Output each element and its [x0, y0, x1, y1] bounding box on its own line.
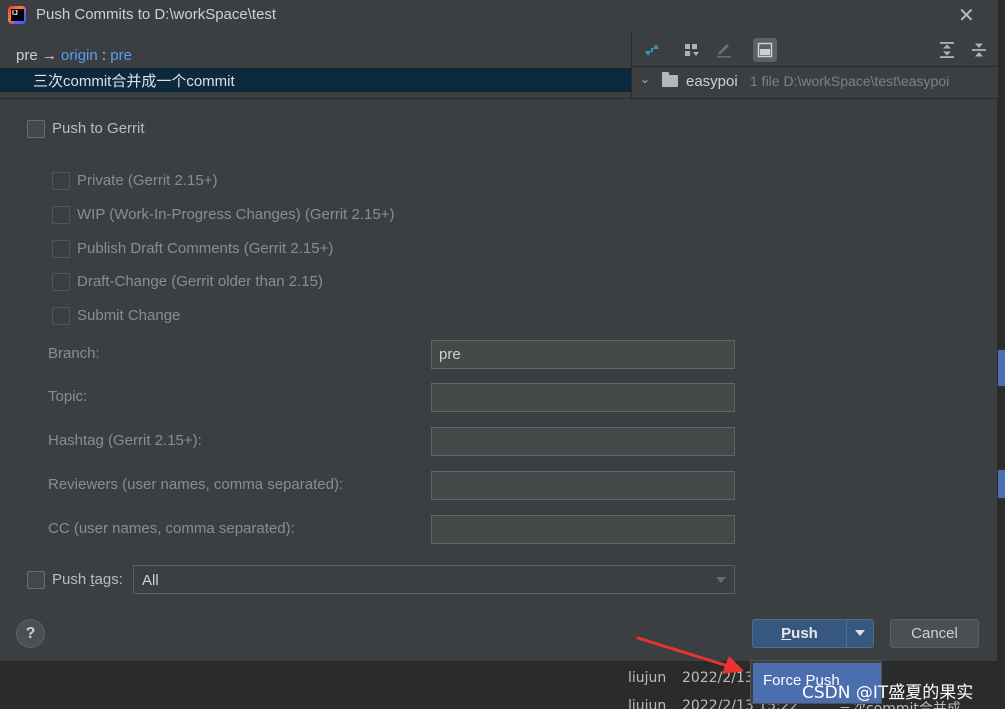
publish-draft-comments-checkbox[interactable] [52, 240, 70, 258]
diff-icon[interactable] [640, 38, 664, 62]
topic-label: Topic: [48, 388, 88, 405]
branch-label: Branch: [48, 345, 100, 362]
commits-panel: pre → origin : pre 三次commit合并成一个commit [0, 32, 631, 98]
log-date: 2022/2/13 [682, 670, 754, 686]
private-checkbox[interactable] [52, 172, 70, 190]
log-author: liujun [628, 670, 667, 686]
module-name: easypoi [686, 73, 738, 90]
push-button[interactable]: Push [752, 619, 846, 648]
hashtag-label: Hashtag (Gerrit 2.15+): [48, 432, 202, 449]
draft-change-checkbox[interactable] [52, 273, 70, 291]
title-bar: Push Commits to D:\workSpace\test ✕ [0, 0, 998, 32]
collapse-all-icon[interactable] [967, 38, 991, 62]
branch-mapping: pre → origin : pre [16, 47, 132, 64]
remote-link[interactable]: origin [61, 47, 98, 64]
preview-diff-icon[interactable] [753, 38, 777, 62]
push-commits-dialog: Push Commits to D:\workSpace\test ✕ pre … [0, 0, 998, 662]
help-button[interactable]: ? [16, 619, 45, 648]
intellij-logo-icon [8, 6, 26, 24]
folder-icon [662, 72, 678, 87]
changed-files-panel: ⌄ easypoi 1 file D:\workSpace\test\easyp… [632, 32, 998, 98]
section-separator [0, 98, 998, 99]
chevron-down-icon [716, 577, 726, 583]
cancel-button[interactable]: Cancel [890, 619, 979, 648]
dialog-title: Push Commits to D:\workSpace\test [36, 6, 277, 23]
wip-label: WIP (Work-In-Progress Changes) (Gerrit 2… [77, 206, 395, 223]
local-branch: pre [16, 47, 38, 64]
push-tags-select[interactable]: All [133, 565, 735, 594]
reviewers-label: Reviewers (user names, comma separated): [48, 476, 344, 493]
submit-change-label: Submit Change [77, 307, 181, 324]
hashtag-input[interactable] [431, 427, 735, 456]
publish-draft-comments-label: Publish Draft Comments (Gerrit 2.15+) [77, 240, 334, 257]
push-to-gerrit-label: Push to Gerrit [52, 120, 145, 137]
commit-message: 三次commit合并成一个commit [33, 73, 235, 90]
push-options-dropdown-button[interactable] [846, 619, 874, 648]
wip-checkbox[interactable] [52, 206, 70, 224]
push-tags-label: Push tags: [52, 571, 123, 588]
log-author: liujun [628, 698, 667, 709]
draft-change-label: Draft-Change (Gerrit older than 2.15) [77, 273, 323, 290]
push-to-gerrit-checkbox[interactable] [27, 120, 45, 138]
tree-separator [632, 66, 998, 67]
separator: : [101, 47, 107, 64]
close-icon[interactable]: ✕ [958, 3, 975, 27]
reviewers-input[interactable] [431, 471, 735, 500]
group-by-icon[interactable] [680, 38, 704, 62]
cc-input[interactable] [431, 515, 735, 544]
tree-node-module[interactable]: ⌄ easypoi 1 file D:\workSpace\test\easyp… [632, 70, 998, 94]
expand-all-icon[interactable] [935, 38, 959, 62]
chevron-down-icon[interactable]: ⌄ [640, 72, 650, 86]
private-label: Private (Gerrit 2.15+) [77, 172, 218, 189]
cc-label: CC (user names, comma separated): [48, 520, 295, 537]
topic-input[interactable] [431, 383, 735, 412]
edit-source-icon[interactable] [712, 38, 736, 62]
push-tags-checkbox[interactable] [27, 571, 45, 589]
module-path: 1 file D:\workSpace\test\easypoi [750, 73, 950, 89]
branch-input[interactable]: pre [431, 340, 735, 369]
push-tags-selected: All [142, 572, 159, 589]
submit-change-checkbox[interactable] [52, 307, 70, 325]
commit-row[interactable]: 三次commit合并成一个commit [0, 68, 631, 92]
watermark: CSDN @IT盛夏的果实 [802, 683, 974, 703]
remote-branch-link[interactable]: pre [110, 47, 132, 64]
arrow-icon: → [41, 47, 57, 64]
